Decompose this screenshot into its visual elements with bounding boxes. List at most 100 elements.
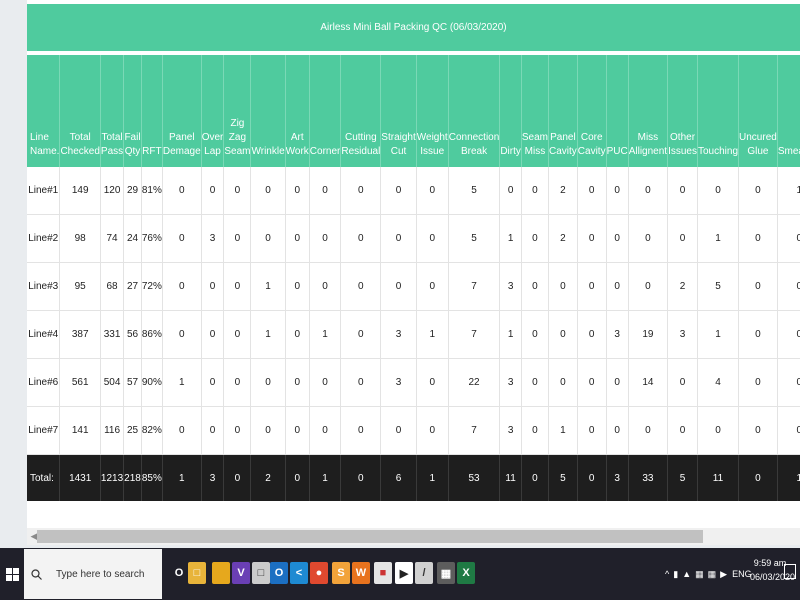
column-header-text: Other: [670, 132, 696, 143]
total-cell: 1213: [100, 454, 125, 501]
total-cell: 5: [667, 454, 698, 501]
table-cell: 0: [499, 167, 522, 215]
table-cell: 0: [777, 310, 800, 359]
table-cell: 141: [59, 406, 101, 455]
column-header-text: Smearing: [777, 146, 800, 157]
table-cell: 0: [285, 358, 310, 407]
file-explorer-icon[interactable]: □: [188, 562, 206, 584]
table-cell: 116: [100, 406, 125, 455]
table-cell: 0: [777, 214, 800, 263]
line-name-cell: Line#1: [27, 167, 61, 215]
vscode-icon[interactable]: O: [270, 562, 288, 584]
task-view-icon[interactable]: O: [170, 562, 188, 584]
table-cell: 0: [521, 214, 550, 263]
table-cell: 0: [628, 214, 669, 263]
battery-icon[interactable]: ▮: [673, 569, 678, 580]
table-cell: 14: [628, 358, 669, 407]
column-header-text: Checked: [60, 146, 100, 157]
table-cell: 0: [162, 310, 202, 359]
total-cell: 11: [499, 454, 522, 501]
table-cell: 0: [223, 358, 252, 407]
outlook-icon[interactable]: □: [252, 562, 270, 584]
table-cell: 81%: [141, 167, 163, 215]
media-player-icon[interactable]: ■: [374, 562, 392, 584]
horizontal-scrollbar[interactable]: ◀: [27, 528, 800, 545]
table-cell: 82%: [141, 406, 163, 455]
total-cell: 33: [628, 454, 669, 501]
table-cell: 27: [123, 262, 142, 311]
table-cell: 0: [340, 358, 382, 407]
show-hidden-icons-icon[interactable]: ^: [665, 569, 669, 579]
calculator-icon[interactable]: ▶: [395, 562, 413, 584]
table-cell: 0: [606, 406, 629, 455]
paint-icon[interactable]: W: [352, 562, 370, 584]
tray-app-icon[interactable]: ▦: [695, 569, 704, 580]
table-cell: 0: [738, 262, 778, 311]
total-row: Total: 1431 1213 218 85% 1 3 0 2 0 1 0 6 1 53 11 0 5 0 3 33 5…: [27, 454, 800, 501]
column-header-text: Zig: [230, 118, 245, 129]
table-cell: 5: [697, 262, 740, 311]
table-cell: 0: [380, 406, 417, 455]
sublime-icon[interactable]: ●: [310, 562, 328, 584]
total-cell: 6: [380, 454, 417, 501]
scrollbar-thumb[interactable]: [37, 530, 703, 543]
table-cell: 68: [100, 262, 125, 311]
table-cell: 57: [123, 358, 142, 407]
table-cell: 504: [100, 358, 125, 407]
table-cell: 0: [201, 262, 225, 311]
table-cell: 0: [777, 262, 800, 311]
table-cell: 56: [123, 310, 142, 359]
table-cell: 2: [548, 214, 578, 263]
chrome-icon[interactable]: <: [290, 562, 308, 584]
column-header: Seam Miss: [521, 55, 550, 167]
table-cell: 72%: [141, 262, 163, 311]
table-cell: 0: [201, 310, 225, 359]
table-cell: 1: [162, 358, 202, 407]
table-cell: 0: [738, 406, 778, 455]
table-cell: 3: [499, 262, 522, 311]
table-cell: 0: [309, 167, 342, 215]
table-cell: 19: [628, 310, 669, 359]
table-cell: 76%: [141, 214, 163, 263]
pen-icon[interactable]: /: [415, 562, 433, 584]
table-cell: 0: [162, 167, 202, 215]
column-header: Miss Allignent: [628, 55, 669, 167]
table-cell: 0: [250, 358, 286, 407]
column-header-text: Total: [101, 132, 123, 143]
table-cell: 0: [738, 358, 778, 407]
volume-icon[interactable]: ▶: [720, 569, 727, 580]
column-header-text: Art: [290, 132, 304, 143]
tray-app2-icon[interactable]: ▦: [708, 569, 717, 580]
notepad-icon[interactable]: V: [232, 562, 250, 584]
table-cell: 0: [521, 358, 550, 407]
excel-app-icon[interactable]: X: [457, 562, 475, 584]
column-header-text: Seam: [224, 146, 251, 157]
column-header-text: Panel: [168, 132, 195, 143]
table-cell: 0: [380, 167, 417, 215]
table-row: Line#71411162582%00000000073010000000900: [27, 406, 800, 455]
search-placeholder: Type here to search: [56, 568, 145, 580]
network-icon[interactable]: ▲: [682, 569, 691, 579]
table-cell: 0: [606, 214, 629, 263]
total-cell: 1: [309, 454, 342, 501]
table-cell: 0: [285, 214, 310, 263]
table-cell: 0: [380, 262, 417, 311]
column-header: Total Checked: [59, 55, 101, 167]
table-cell: 0: [223, 310, 252, 359]
column-header: Core Cavity: [577, 55, 607, 167]
table-cell: 95: [59, 262, 101, 311]
table-cell: 7: [448, 310, 501, 359]
visual-studio-icon[interactable]: [212, 562, 230, 584]
notification-icon[interactable]: [784, 564, 796, 579]
start-button[interactable]: [0, 548, 24, 600]
total-cell: 0: [223, 454, 252, 501]
table-cell: 0: [201, 406, 225, 455]
taskbar-search-box[interactable]: Type here to search: [24, 549, 162, 599]
excel-icon[interactable]: ▦: [437, 562, 455, 584]
language-indicator[interactable]: ENG: [732, 569, 752, 579]
wamp-icon[interactable]: S: [332, 562, 350, 584]
total-cell: 3: [606, 454, 629, 501]
table-row: Line#43873315686%00010103171000319310011…: [27, 310, 800, 359]
table-cell: 0: [223, 262, 252, 311]
table-cell: 29: [123, 167, 142, 215]
